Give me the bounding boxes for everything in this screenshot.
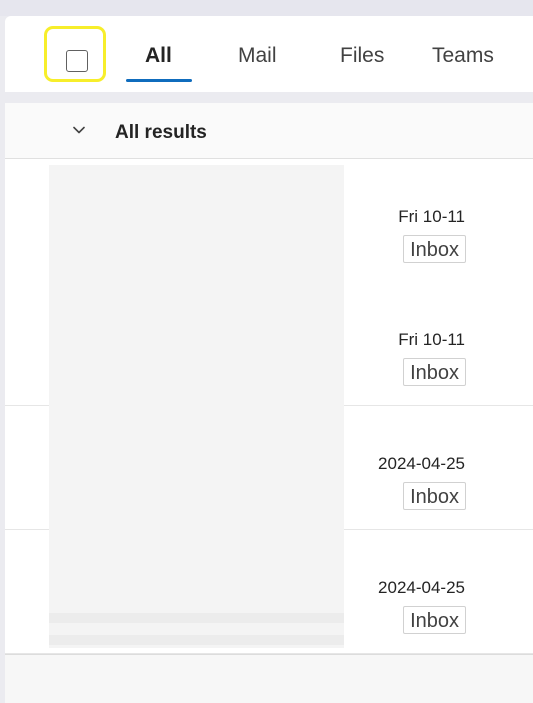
window-top-strip <box>0 0 533 16</box>
redacted-line <box>49 635 344 645</box>
folder-tag: Inbox <box>403 482 466 510</box>
folder-tag: Inbox <box>403 235 466 263</box>
select-all-checkbox[interactable] <box>66 50 88 72</box>
redacted-content-area <box>49 165 344 648</box>
item-date: Fri 10-11 <box>398 330 465 349</box>
folder-tag: Inbox <box>403 358 466 386</box>
tab-all[interactable]: All <box>145 44 172 68</box>
item-date: 2024-04-25 <box>378 578 465 597</box>
tab-files[interactable]: Files <box>340 44 384 68</box>
tab-teams[interactable]: Teams <box>432 44 494 68</box>
results-panel: All results Fri 10-11 Inbox Fri 10-11 In… <box>5 103 533 703</box>
folder-tag: Inbox <box>403 606 466 634</box>
item-date: 2024-04-25 <box>378 454 465 473</box>
all-results-section-header[interactable]: All results <box>5 103 533 159</box>
results-footer <box>5 654 533 703</box>
redacted-line <box>49 613 344 623</box>
tab-mail[interactable]: Mail <box>238 44 277 68</box>
section-title: All results <box>115 122 207 143</box>
tab-all-underline <box>126 79 192 82</box>
search-filter-header: All Mail Files Teams <box>5 16 533 92</box>
select-all-highlight <box>44 26 106 82</box>
item-date: Fri 10-11 <box>398 207 465 226</box>
chevron-down-icon[interactable] <box>72 123 86 137</box>
